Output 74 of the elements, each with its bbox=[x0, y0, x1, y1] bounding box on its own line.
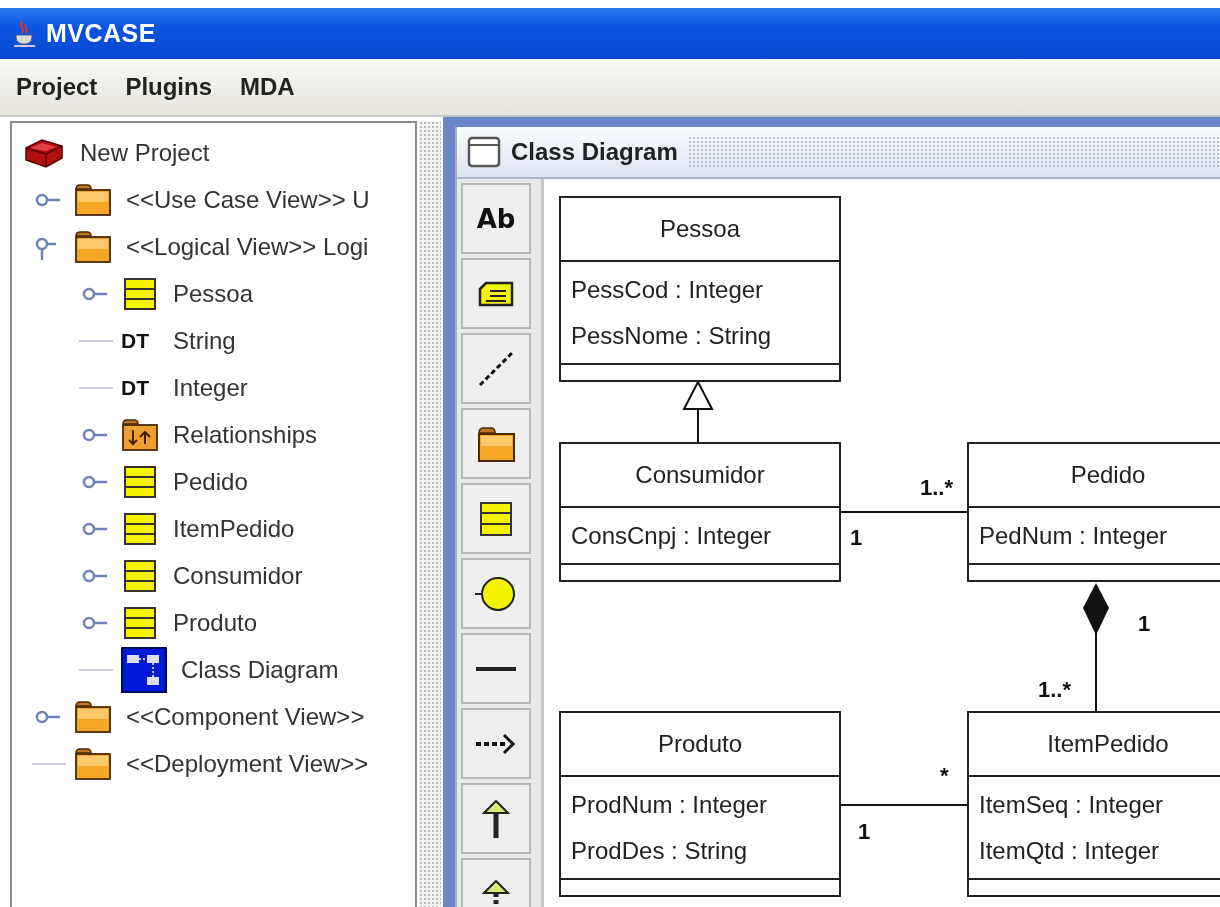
generalization-arrow bbox=[682, 379, 714, 443]
multiplicity-label: 1 bbox=[1138, 611, 1151, 636]
class-box[interactable]: Pessoa PessCod : Integer PessNome : String bbox=[559, 196, 841, 382]
class-icon bbox=[478, 500, 514, 537]
class-icon bbox=[121, 464, 159, 499]
tree-item[interactable]: Consumidor bbox=[173, 561, 303, 590]
class-attribute: ProdDes : String bbox=[571, 836, 749, 866]
class-icon bbox=[121, 558, 159, 593]
class-box[interactable]: Pedido PedNum : Integer bbox=[967, 442, 1220, 582]
class-attribute: ItemQtd : Integer bbox=[979, 836, 1161, 866]
dashed-line-tool-button[interactable] bbox=[461, 333, 531, 404]
tree-item[interactable]: Class Diagram bbox=[181, 655, 339, 684]
interface-tool-button[interactable] bbox=[461, 558, 531, 629]
tree-item[interactable]: Relationships bbox=[173, 420, 318, 449]
tree-item[interactable]: String bbox=[173, 326, 236, 355]
coffee-cup-icon bbox=[14, 19, 36, 48]
tree-item[interactable]: ItemPedido bbox=[173, 514, 295, 543]
line-icon bbox=[476, 664, 516, 673]
package-tool-button[interactable] bbox=[461, 408, 531, 479]
generalization-tool-button[interactable] bbox=[461, 783, 531, 854]
menu-item[interactable]: Plugins bbox=[125, 73, 213, 101]
class-name: Produto bbox=[657, 730, 743, 758]
dependency-tool-button[interactable] bbox=[461, 708, 531, 779]
class-tool-button[interactable] bbox=[461, 483, 531, 554]
tree-item[interactable]: <<Component View>> bbox=[126, 702, 365, 731]
class-icon bbox=[121, 276, 159, 311]
class-name: Pedido bbox=[1070, 461, 1146, 489]
tree-item[interactable]: <<Logical View>> Logi bbox=[126, 232, 369, 261]
multiplicity-label: 1 bbox=[850, 525, 863, 550]
class-attribute: ProdNum : Integer bbox=[571, 790, 769, 820]
class-attribute: PessCod : Integer bbox=[571, 275, 765, 305]
class-box[interactable]: ItemPedido ItemSeq : Integer ItemQtd : Integer bbox=[967, 711, 1220, 897]
dashed-arrow-icon bbox=[476, 731, 516, 756]
folder-icon bbox=[74, 229, 112, 264]
tree-item[interactable]: Produto bbox=[173, 608, 258, 637]
class-name: Consumidor bbox=[635, 461, 765, 489]
tree-item[interactable]: Pessoa bbox=[173, 279, 254, 308]
tree-item[interactable]: <<Deployment View>> bbox=[126, 749, 369, 778]
folder-icon bbox=[74, 699, 112, 734]
tree-item[interactable]: Integer bbox=[173, 373, 248, 402]
folder-icon bbox=[74, 182, 112, 217]
multiplicity-label: 1 bbox=[858, 819, 871, 844]
association-tool-button[interactable] bbox=[461, 633, 531, 704]
tree-item[interactable]: Pedido bbox=[173, 467, 248, 496]
folder-icon bbox=[74, 746, 112, 781]
window-title: MVCASE bbox=[46, 19, 156, 48]
datatype-label: DT bbox=[121, 375, 150, 400]
class-box[interactable]: Consumidor ConsCnpj : Integer bbox=[559, 442, 841, 582]
class-attribute: ConsCnpj : Integer bbox=[571, 521, 773, 551]
menu-item[interactable]: MDA bbox=[240, 73, 295, 101]
multiplicity-label: * bbox=[940, 763, 949, 788]
class-icon bbox=[121, 511, 159, 546]
class-box[interactable]: Produto ProdNum : Integer ProdDes : String bbox=[559, 711, 841, 897]
class-attribute: PedNum : Integer bbox=[979, 521, 1169, 551]
class-icon bbox=[121, 605, 159, 640]
menu-item[interactable]: Project bbox=[16, 73, 98, 101]
multiplicity-label: 1..* bbox=[1038, 677, 1072, 702]
folder-icon bbox=[476, 424, 516, 463]
diagram-icon bbox=[121, 646, 167, 693]
multiplicity-label: 1..* bbox=[920, 475, 954, 500]
relationships-folder-icon bbox=[121, 417, 159, 452]
tree-item[interactable]: New Project bbox=[80, 138, 210, 167]
class-name: ItemPedido bbox=[1047, 730, 1169, 758]
class-attribute: PessNome : String bbox=[571, 321, 773, 351]
up-arrow-icon bbox=[482, 798, 510, 839]
text-tool-button[interactable]: Ab bbox=[461, 183, 531, 254]
dashed-up-arrow-icon bbox=[482, 878, 510, 907]
class-name: Pessoa bbox=[659, 215, 741, 243]
datatype-label: DT bbox=[121, 328, 150, 353]
tree-item[interactable]: <<Use Case View>> U bbox=[126, 185, 370, 214]
window-icon bbox=[467, 135, 501, 169]
class-attribute: ItemSeq : Integer bbox=[979, 790, 1165, 820]
note-tool-button[interactable] bbox=[461, 258, 531, 329]
window-title: Class Diagram bbox=[511, 138, 678, 166]
